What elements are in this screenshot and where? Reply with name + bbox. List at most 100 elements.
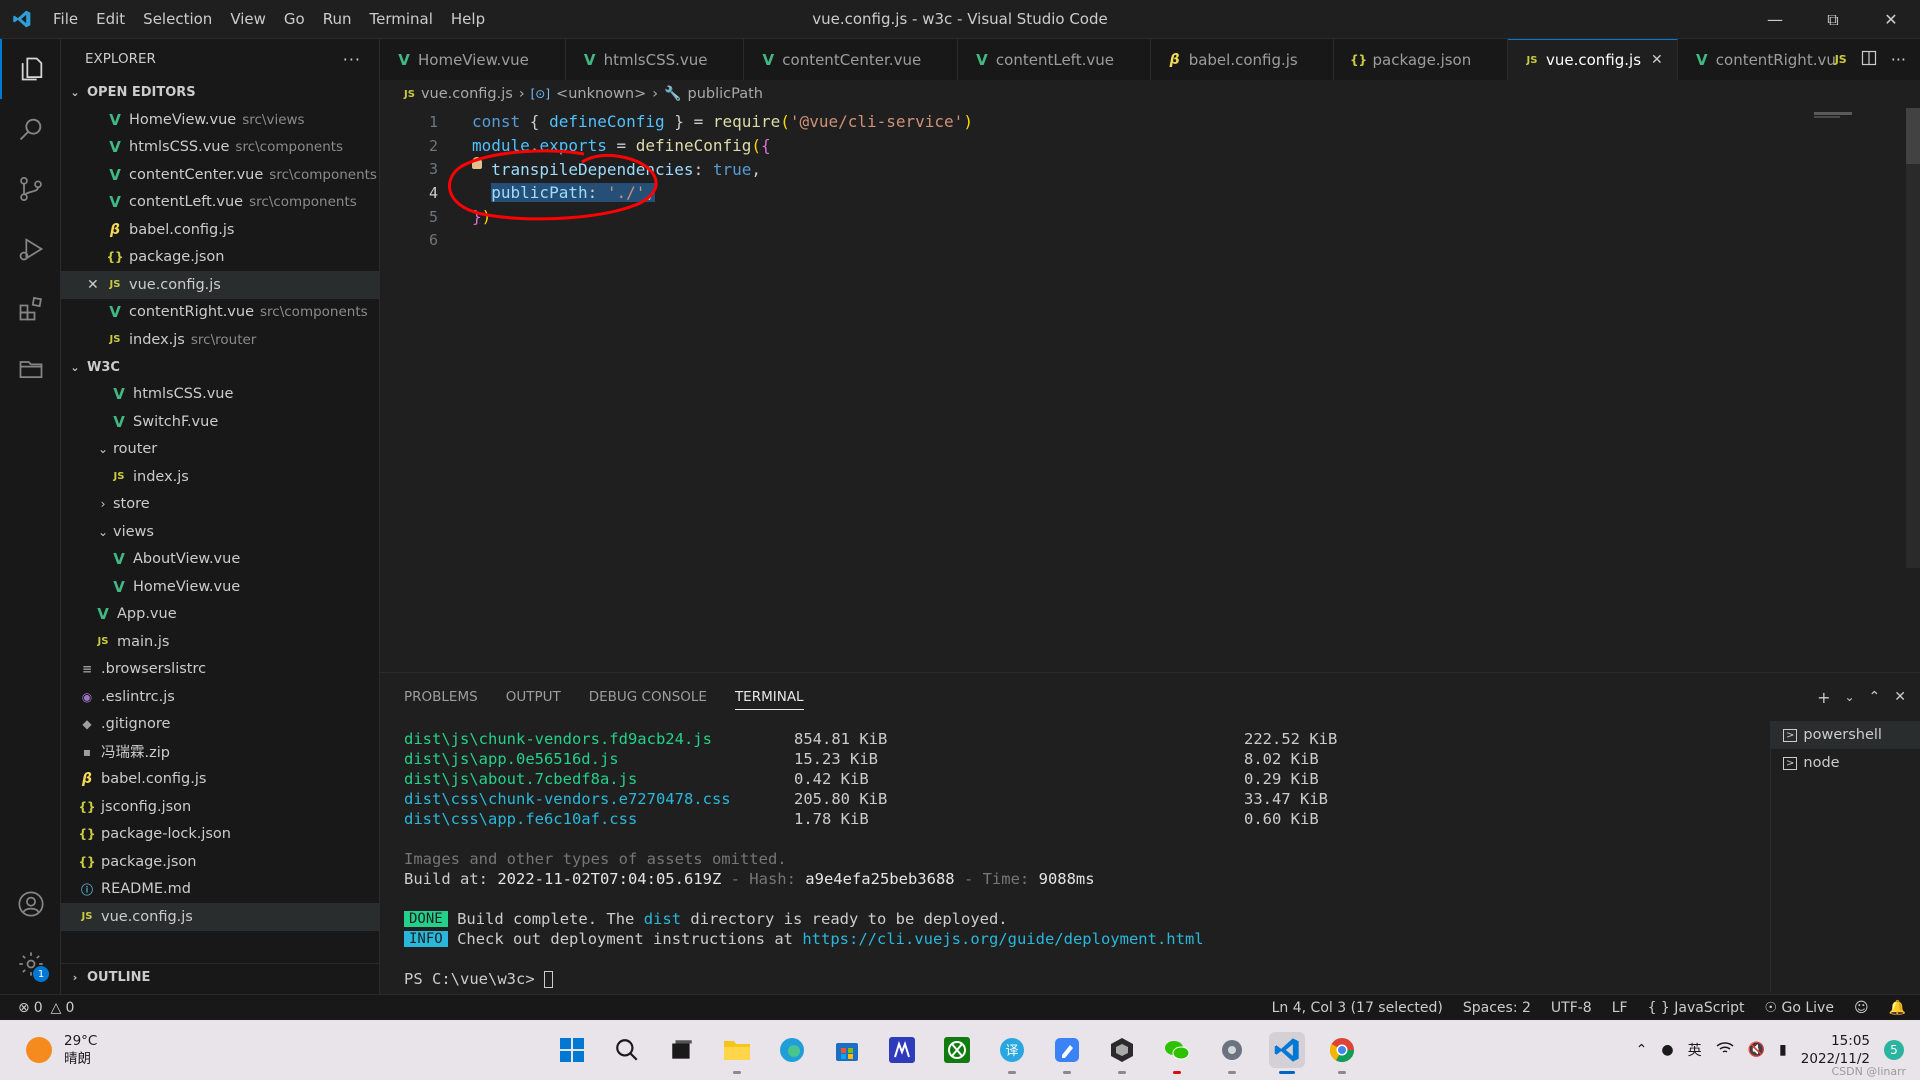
maximize-panel-icon[interactable]: ⌃ [1869,689,1881,705]
store-icon[interactable] [829,1032,865,1068]
editor-more-icon[interactable]: ··· [1891,50,1906,69]
weather-widget[interactable]: 29°C 晴朗 [26,1032,97,1068]
menu-run[interactable]: Run [314,0,361,39]
editor-tab[interactable]: JS vue.config.js ✕ [1507,39,1678,80]
open-editor-item[interactable]: {} package.json [61,244,379,272]
terminal-node[interactable]: > node [1771,749,1920,777]
open-editor-item[interactable]: ✕ JS vue.config.js [61,271,379,299]
notification-badge[interactable]: 5 [1884,1040,1904,1060]
menu-help[interactable]: Help [442,0,494,39]
file-item[interactable]: {} package.json [61,848,379,876]
clock[interactable]: 15:05 2022/11/2 [1801,1032,1870,1068]
open-editor-item[interactable]: VcontentCenter.vue src\components [61,161,379,189]
problems-status[interactable]: ⊗ 0 △ 0 [0,1000,74,1016]
open-editor-item[interactable]: β babel.config.js [61,216,379,244]
bell-icon[interactable]: 🔔 [1889,1000,1906,1016]
line-ending[interactable]: LF [1612,1000,1628,1016]
close-panel-icon[interactable]: ✕ [1894,689,1906,705]
editor-tab[interactable]: VcontentLeft.vue✕ [957,39,1151,80]
new-terminal-icon[interactable]: + [1817,688,1830,707]
ime-indicator[interactable]: 英 [1688,1040,1702,1060]
editor-tab[interactable]: VcontentCenter.vue✕ [744,39,958,80]
more-actions-icon[interactable]: ··· [343,50,361,69]
split-editor-icon[interactable] [1861,50,1877,70]
explorer-icon[interactable] [0,39,61,99]
close-icon[interactable]: ✕ [87,277,99,293]
tab-terminal[interactable]: TERMINAL [734,684,804,710]
folder-item[interactable]: ⌄ views [61,518,379,546]
terminal-output[interactable]: dist\js\chunk-vendors.fd9acb24.js 854.81 … [404,729,1744,989]
volume-mute-icon[interactable]: 🔇 [1748,1042,1765,1058]
chevron-down-icon[interactable]: ⌄ [1844,690,1854,704]
editor-tab[interactable]: {}package.json✕ [1334,39,1508,80]
folder-item[interactable]: › store [61,491,379,519]
open-editor-item[interactable]: VhtmlsCSS.vue src\components [61,134,379,162]
indentation[interactable]: Spaces: 2 [1463,1000,1531,1016]
task-view-icon[interactable] [664,1032,700,1068]
breadcrumb-symbol[interactable]: publicPath [687,86,762,102]
wechat-icon[interactable] [1159,1032,1195,1074]
folder-item[interactable]: ⌄ router [61,436,379,464]
file-item[interactable]: V HomeView.vue [61,573,379,601]
account-icon[interactable] [0,874,61,934]
feedback-icon[interactable]: ☺ [1854,1000,1869,1016]
breadcrumb-unknown[interactable]: <unknown> [556,86,646,102]
minimap[interactable] [1800,108,1920,672]
unity-icon[interactable] [1104,1032,1140,1074]
w3c-header[interactable]: ⌄ W3C [61,354,379,381]
file-item[interactable]: JS index.js [61,463,379,491]
file-item[interactable]: ≡ .browserslistrc [61,656,379,684]
editor-tab[interactable]: VhtmlsCSS.vue✕ [565,39,745,80]
menu-terminal[interactable]: Terminal [361,0,442,39]
open-editor-item[interactable]: VcontentLeft.vue src\components [61,189,379,217]
code-editor[interactable]: 1 const { defineConfig } = require('@vue… [380,108,1920,672]
file-explorer-icon[interactable] [719,1032,755,1074]
go-live-button[interactable]: ☉ Go Live [1764,1000,1833,1016]
editor-tab[interactable]: βbabel.config.js✕ [1150,39,1335,80]
file-item[interactable]: V SwitchF.vue [61,408,379,436]
extensions-icon[interactable] [0,279,61,339]
open-editor-item[interactable]: V HomeView.vue src\views [61,106,379,134]
breadcrumb-file[interactable]: vue.config.js [421,86,513,102]
file-item[interactable]: JS main.js [61,628,379,656]
file-item[interactable]: V AboutView.vue [61,546,379,574]
file-item[interactable]: ⓘ README.md [61,876,379,904]
file-item[interactable]: {} package-lock.json [61,821,379,849]
open-editors-header[interactable]: ⌄ OPEN EDITORS [61,79,379,106]
tab-problems[interactable]: PROBLEMS [404,689,478,705]
file-item[interactable]: JS vue.config.js [61,903,379,931]
wifi-icon[interactable] [1716,1041,1734,1059]
manage-gear-icon[interactable]: 1 [0,934,61,994]
file-item[interactable]: {} jsconfig.json [61,793,379,821]
editor-tab[interactable]: VHomeView.vue✕ [380,39,566,80]
search-icon[interactable] [0,99,61,159]
deployment-link[interactable]: https://cli.vuejs.org/guide/deployment.h… [802,930,1203,948]
restore-button[interactable]: ⧉ [1804,0,1862,39]
open-editor-item[interactable]: VcontentRight.vue src\components [61,299,379,327]
translate-icon[interactable]: 译 [994,1032,1030,1074]
outline-header[interactable]: › OUTLINE [61,963,379,990]
close-tab-icon[interactable]: ✕ [1651,52,1663,68]
cursor-position[interactable]: Ln 4, Col 3 (17 selected) [1272,1000,1443,1016]
language-mode[interactable]: { } JavaScript [1648,1000,1745,1016]
run-debug-icon[interactable] [0,219,61,279]
start-button[interactable] [554,1032,590,1068]
encoding[interactable]: UTF-8 [1551,1000,1592,1016]
notes-app-icon[interactable] [1049,1032,1085,1074]
menu-edit[interactable]: Edit [87,0,134,39]
close-window-button[interactable]: ✕ [1862,0,1920,39]
battery-icon[interactable]: ▮ [1779,1042,1787,1058]
menu-go[interactable]: Go [275,0,314,39]
settings-icon[interactable] [1214,1032,1250,1074]
folder-icon[interactable] [0,339,61,399]
terminal-powershell[interactable]: > powershell [1771,721,1920,749]
chrome-icon[interactable] [1324,1032,1360,1074]
file-item[interactable]: β babel.config.js [61,766,379,794]
file-item[interactable]: VhtmlsCSS.vue [61,381,379,409]
menu-file[interactable]: File [44,0,87,39]
file-item[interactable]: ◉ .eslintrc.js [61,683,379,711]
tab-debug-console[interactable]: DEBUG CONSOLE [589,689,707,705]
minimize-button[interactable]: — [1746,0,1804,39]
file-item[interactable]: ◆ .gitignore [61,711,379,739]
source-control-icon[interactable] [0,159,61,219]
